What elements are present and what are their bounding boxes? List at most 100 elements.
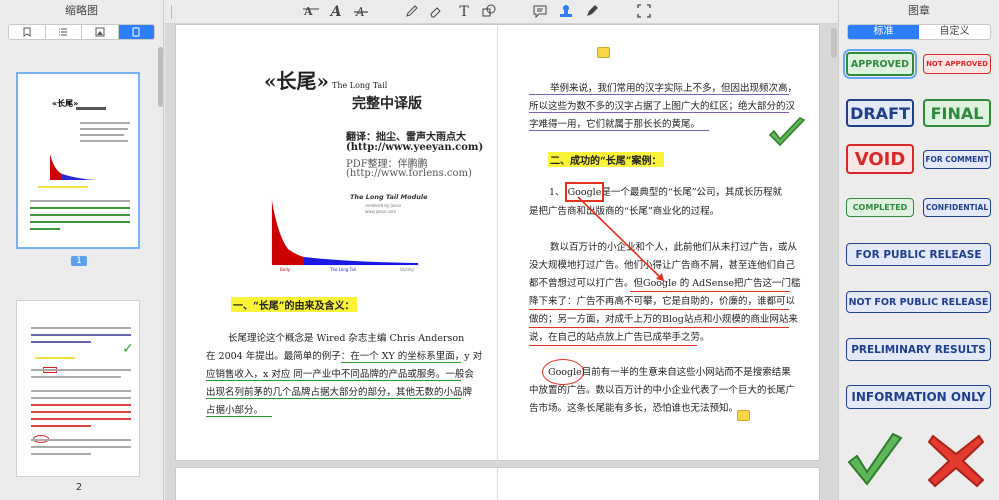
thumb-line (31, 341, 91, 343)
stamp-panel: 图章 标准 自定义 APPROVED NOT APPROVED DRAFT FI… (838, 0, 999, 500)
stamp-for-public-release[interactable]: FOR PUBLIC RELEASE (846, 243, 991, 266)
underline-markup[interactable] (529, 130, 709, 131)
annotation-toolbar: A A A T (165, 0, 838, 24)
thumb-line (80, 128, 128, 130)
page-spread-divider (497, 25, 498, 462)
note-comment-icon[interactable] (597, 47, 610, 58)
typewriter-icon[interactable]: T (455, 3, 473, 21)
underline-markup[interactable] (206, 380, 461, 381)
thumb-line (76, 107, 106, 110)
thumbnail-panel: 缩略图 «长尾» 1 ✓ 2 (0, 0, 164, 500)
thumb-line (30, 228, 60, 230)
doc-title: «长尾» The Long Tail (264, 69, 388, 93)
underline-markup[interactable] (529, 94, 789, 95)
underline-markup[interactable] (630, 291, 790, 292)
thumb-line (80, 122, 130, 124)
thumb-line (31, 397, 131, 399)
thumb-line (31, 439, 131, 441)
long-tail-chart: The Long Tail Module rendered by Jason w… (268, 191, 428, 275)
pen-icon[interactable] (583, 3, 601, 21)
para1-line-5: 占据小部分。 (206, 405, 264, 416)
bookmark-icon[interactable] (9, 25, 46, 39)
text-icon[interactable]: A (327, 3, 345, 21)
stamp-icon[interactable] (557, 3, 575, 21)
thumb-line (31, 418, 131, 420)
thumb-line (80, 134, 124, 136)
chart-svg (271, 199, 420, 266)
text-box-icon[interactable]: A (302, 3, 320, 21)
page-icon[interactable] (118, 25, 154, 39)
stamp-information-only[interactable]: INFORMATION ONLY (846, 385, 991, 409)
tab-custom[interactable]: 自定义 (919, 25, 990, 39)
stamp-draft[interactable]: DRAFT (846, 99, 914, 127)
stamp-for-comment[interactable]: FOR COMMENT (923, 150, 991, 169)
page-thumbnail-2[interactable]: ✓ (16, 300, 140, 477)
page-thumbnail-1[interactable]: «长尾» (16, 72, 140, 249)
checkmark-stamp-icon[interactable] (847, 432, 903, 488)
note-comment-icon[interactable] (737, 410, 750, 421)
page-number-1: 1 (0, 255, 158, 266)
tab-standard[interactable]: 标准 (848, 25, 919, 39)
crop-icon[interactable] (635, 3, 653, 21)
chart-label-tail: The Long Tail (330, 267, 357, 272)
thumb-line (30, 214, 130, 216)
underline-markup[interactable] (206, 398, 461, 399)
chart-label-body: Body (280, 267, 291, 272)
pdf-editor-window: 缩略图 «长尾» 1 ✓ 2 A A A T «长尾» The Long Tai… (0, 0, 999, 500)
stamp-completed[interactable]: COMPLETED (846, 198, 914, 217)
svg-text:A: A (303, 5, 313, 18)
para0-line-3: 字难得一用，它们就属于那长长的黄尾。 (529, 119, 701, 130)
document-page-1: «长尾» The Long Tail 完整中译版 翻译：拙尘、雷声大雨点大 (ht… (175, 24, 820, 462)
image-icon[interactable] (82, 25, 119, 39)
thumb-line (31, 411, 131, 413)
thumb-line (30, 207, 130, 209)
thumb-line (31, 369, 131, 371)
stamp-void[interactable]: VOID (846, 144, 914, 174)
para1-line-3: 应销售收入，x 对应 同一产业中不同品牌的产品或服务。一般会 (206, 369, 474, 380)
pencil-icon[interactable] (403, 3, 421, 21)
stamp-confidential[interactable]: CONFIDENTIAL (923, 198, 991, 217)
underline-markup[interactable] (529, 309, 789, 310)
eraser-icon[interactable] (427, 3, 445, 21)
shape-icon[interactable] (480, 3, 498, 21)
thumb-line (31, 446, 131, 448)
para3-line-1: Google目前有一半的生意来自这些小网站而不是搜索结果 (548, 367, 791, 378)
thumb-chart (50, 154, 96, 180)
arrow-markup[interactable] (576, 195, 676, 290)
thumb-line (35, 357, 75, 359)
page-number-2: 2 (75, 482, 83, 493)
stamp-approved[interactable]: APPROVED (843, 49, 917, 79)
cross-stamp-icon[interactable] (927, 434, 985, 488)
underline-markup[interactable] (341, 362, 461, 363)
thumb-line (31, 376, 121, 378)
strikethrough-icon[interactable]: A (352, 3, 370, 21)
underline-markup[interactable] (529, 327, 789, 328)
list-icon[interactable] (46, 25, 82, 39)
page-spread-divider (497, 468, 498, 500)
thumbnail-scrollbar[interactable] (158, 45, 164, 495)
stamp-panel-title: 图章 (908, 4, 930, 17)
stamp-preliminary-results[interactable]: PRELIMINARY RESULTS (846, 338, 991, 361)
stamp-not-approved[interactable]: NOT APPROVED (923, 54, 991, 74)
para3-line-3: 告市场。这条长尾能有多长，恐怕谁也无法预知。 (529, 403, 739, 414)
thumb-line (31, 425, 91, 427)
document-scrollbar[interactable] (831, 28, 837, 58)
stamp-not-for-public-release[interactable]: NOT FOR PUBLIC RELEASE (846, 291, 991, 313)
thumbnail-panel-title: 缩略图 (65, 4, 98, 17)
thumb-line (31, 453, 91, 455)
doc-url-2: (http://www.forlens.com) (346, 168, 472, 179)
comment-icon[interactable] (531, 3, 549, 21)
thumb-line (30, 221, 130, 223)
toolbar-divider (171, 5, 172, 19)
underline-markup[interactable] (529, 112, 789, 113)
document-page-2 (175, 467, 820, 500)
thumb-line (30, 200, 130, 202)
stamp-tabs: 标准 自定义 (847, 24, 991, 40)
stamp-final[interactable]: FINAL (923, 99, 991, 127)
checkmark-stamp[interactable] (768, 117, 806, 149)
document-view[interactable]: «长尾» The Long Tail 完整中译版 翻译：拙尘、雷声大雨点大 (ht… (165, 24, 838, 500)
underline-markup[interactable] (529, 345, 697, 346)
thumb-line (31, 334, 131, 336)
section-heading-1: 一、“长尾”的由来及含义： (231, 297, 357, 312)
underline-markup[interactable] (206, 416, 272, 417)
